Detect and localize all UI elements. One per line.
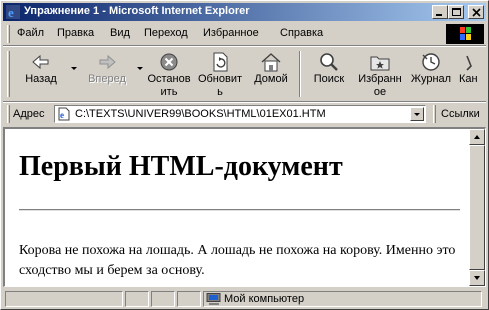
scroll-thumb[interactable] — [469, 145, 485, 270]
channels-label: Кан — [459, 73, 478, 85]
menu-edit[interactable]: Правка — [57, 27, 94, 39]
menu-file[interactable]: Файл — [17, 27, 44, 39]
address-input[interactable]: e C:\TEXTS\UNIVER99\BOOKS\HTML\01EX01.HT… — [54, 105, 426, 123]
address-dropdown-button[interactable] — [410, 107, 424, 121]
channels-icon — [466, 55, 472, 71]
menu-view[interactable]: Вид — [110, 27, 130, 39]
links-label[interactable]: Ссылки — [441, 108, 480, 120]
status-zone-panel: Мой компьютер — [203, 291, 482, 307]
links-grip[interactable] — [433, 105, 436, 123]
refresh-icon — [213, 52, 228, 72]
content-area: Первый HTML-документ Корова не похожа на… — [3, 127, 486, 287]
stop-button[interactable]: Останов ить — [145, 51, 193, 99]
menubar-grip[interactable] — [7, 25, 10, 43]
maximize-button[interactable] — [448, 5, 464, 19]
history-clock-icon — [422, 53, 440, 71]
toolbar-grip[interactable] — [7, 51, 10, 97]
status-panel — [151, 291, 175, 307]
favorites-label-2: ое — [373, 86, 387, 98]
history-label: Журнал — [410, 73, 452, 85]
status-panel-main — [5, 291, 123, 307]
ie-logo-icon: e — [6, 5, 20, 19]
address-label: Адрес — [13, 108, 45, 120]
stop-icon — [160, 53, 178, 71]
page-heading: Первый HTML-документ — [19, 151, 343, 182]
close-button[interactable] — [468, 5, 484, 19]
address-value: C:\TEXTS\UNIVER99\BOOKS\HTML\01EX01.HTM — [75, 108, 326, 120]
status-zone-text: Мой компьютер — [224, 293, 305, 305]
refresh-label-1: Обновит — [197, 73, 243, 85]
back-arrow-icon — [32, 54, 49, 70]
refresh-label-2: ь — [217, 86, 223, 98]
address-bar: Адрес e C:\TEXTS\UNIVER99\BOOKS\HTML\01E… — [3, 103, 486, 125]
my-computer-icon — [206, 293, 221, 305]
favorites-folder-icon — [370, 56, 390, 71]
windows-logo-icon — [446, 24, 484, 44]
vertical-scrollbar[interactable] — [469, 129, 485, 286]
title-bar[interactable]: e Упражнение 1 - Microsoft Internet Expl… — [3, 3, 486, 21]
horizontal-rule — [19, 209, 460, 211]
home-button[interactable]: Домой — [249, 51, 293, 99]
menu-favorites[interactable]: Избранное — [203, 27, 259, 39]
standard-toolbar: Назад Вперед Останов ить Обновит ь Домой… — [3, 47, 486, 101]
favorites-button[interactable]: Избранн ое — [355, 51, 405, 99]
forward-label: Вперед — [88, 73, 126, 85]
favorites-label-1: Избранн — [358, 73, 402, 85]
menu-help[interactable]: Справка — [280, 27, 323, 39]
history-button[interactable]: Журнал — [407, 51, 455, 99]
addressbar-grip[interactable] — [7, 105, 10, 123]
status-bar: Мой компьютер — [3, 289, 486, 308]
menu-bar: Файл Правка Вид Переход Избранное Справк… — [3, 23, 486, 45]
browser-window: e Упражнение 1 - Microsoft Internet Expl… — [0, 0, 489, 310]
forward-dropdown-arrow[interactable] — [137, 67, 143, 70]
page-paragraph: Корова не похожа на лошадь. А лошадь не … — [19, 243, 456, 278]
document-page: Первый HTML-документ Корова не похожа на… — [5, 129, 468, 286]
forward-arrow-icon — [99, 54, 116, 70]
svg-text:e: e — [60, 110, 64, 120]
close-icon — [472, 8, 481, 17]
back-button[interactable]: Назад — [17, 51, 65, 99]
home-label: Домой — [254, 73, 288, 85]
scroll-down-button[interactable] — [469, 270, 485, 286]
stop-label-1: Останов — [147, 73, 191, 85]
channels-button[interactable]: Кан — [459, 51, 484, 99]
window-title: Упражнение 1 - Microsoft Internet Explor… — [24, 5, 250, 17]
status-panel — [177, 291, 201, 307]
status-panel — [125, 291, 149, 307]
minimize-icon — [436, 14, 442, 16]
home-icon — [261, 53, 281, 72]
menu-go[interactable]: Переход — [144, 27, 188, 39]
search-icon — [320, 53, 338, 71]
search-button[interactable]: Поиск — [307, 51, 351, 99]
refresh-button[interactable]: Обновит ь — [195, 51, 245, 99]
svg-text:e: e — [8, 5, 14, 19]
back-dropdown-arrow[interactable] — [71, 67, 77, 70]
search-label: Поиск — [313, 73, 345, 85]
minimize-button[interactable] — [432, 5, 448, 19]
page-icon: e — [58, 107, 70, 121]
back-label: Назад — [25, 73, 57, 85]
forward-button[interactable]: Вперед — [81, 51, 133, 99]
scroll-up-button[interactable] — [469, 129, 485, 145]
toolbar-separator — [299, 51, 301, 97]
maximize-icon — [452, 8, 461, 16]
stop-label-2: ить — [160, 86, 178, 98]
